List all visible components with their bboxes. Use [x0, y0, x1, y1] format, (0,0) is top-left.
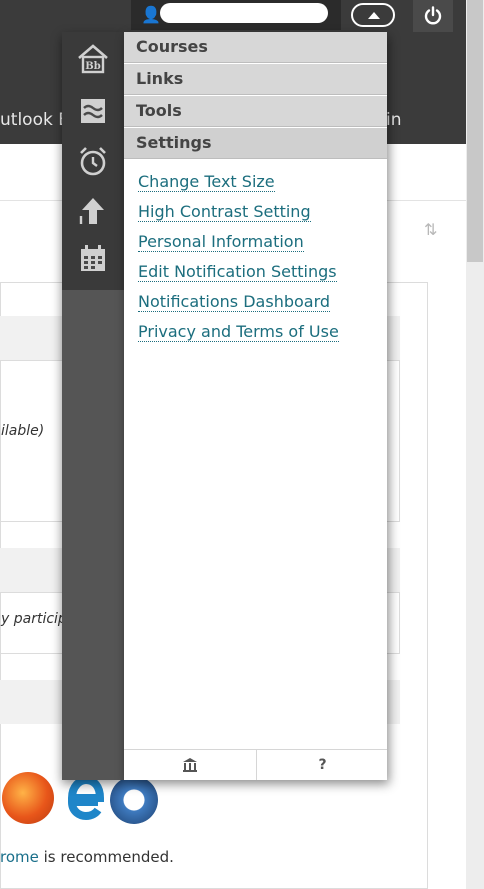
- module-text: y particip: [1, 611, 67, 627]
- menu-footer: ?: [124, 749, 387, 780]
- alarm-clock-icon[interactable]: [76, 144, 110, 178]
- activity-stream-icon[interactable]: [76, 94, 110, 128]
- link-privacy-terms[interactable]: Privacy and Terms of Use: [138, 322, 339, 342]
- upload-arrow-icon[interactable]: [76, 194, 110, 228]
- category-courses[interactable]: Courses: [124, 32, 387, 63]
- redaction-mark: [160, 3, 328, 23]
- link-high-contrast-setting[interactable]: High Contrast Setting: [138, 202, 311, 222]
- global-nav-bar: 👤 nandrake: [0, 0, 466, 32]
- category-settings[interactable]: Settings: [124, 128, 387, 159]
- global-menu-rail: Bb: [62, 32, 124, 780]
- global-menu-panel: Courses Links Tools Settings Change Text…: [124, 32, 387, 780]
- sort-icon[interactable]: ⇅: [424, 220, 437, 239]
- module-text: ilable): [1, 423, 45, 439]
- firefox-icon: [2, 772, 54, 824]
- link-edit-notification-settings[interactable]: Edit Notification Settings: [138, 262, 337, 282]
- safari-icon: [110, 776, 158, 824]
- calendar-icon[interactable]: [76, 242, 110, 276]
- institution-home-button[interactable]: [124, 750, 255, 780]
- chrome-link[interactable]: rome: [0, 848, 39, 866]
- link-personal-information[interactable]: Personal Information: [138, 232, 304, 252]
- category-tools[interactable]: Tools: [124, 96, 387, 127]
- recommendation-text: rome is recommended.: [0, 848, 174, 866]
- nav-item-outlook[interactable]: utlook E: [0, 110, 69, 130]
- link-notifications-dashboard[interactable]: Notifications Dashboard: [138, 292, 331, 312]
- institution-icon: [182, 758, 197, 772]
- svg-text:Bb: Bb: [85, 61, 100, 72]
- recommendation-rest: is recommended.: [38, 848, 174, 866]
- scrollbar-thumb[interactable]: [467, 0, 483, 262]
- user-icon: 👤: [141, 5, 161, 24]
- blackboard-home-icon[interactable]: Bb: [76, 42, 110, 76]
- nav-item-admin[interactable]: in: [386, 110, 402, 130]
- power-icon: [424, 6, 442, 25]
- category-links[interactable]: Links: [124, 64, 387, 95]
- help-button[interactable]: ?: [256, 750, 388, 780]
- logout-button[interactable]: [413, 0, 453, 32]
- link-change-text-size[interactable]: Change Text Size: [138, 172, 275, 192]
- caret-up-icon: [368, 12, 380, 19]
- menu-toggle-button[interactable]: [351, 3, 395, 27]
